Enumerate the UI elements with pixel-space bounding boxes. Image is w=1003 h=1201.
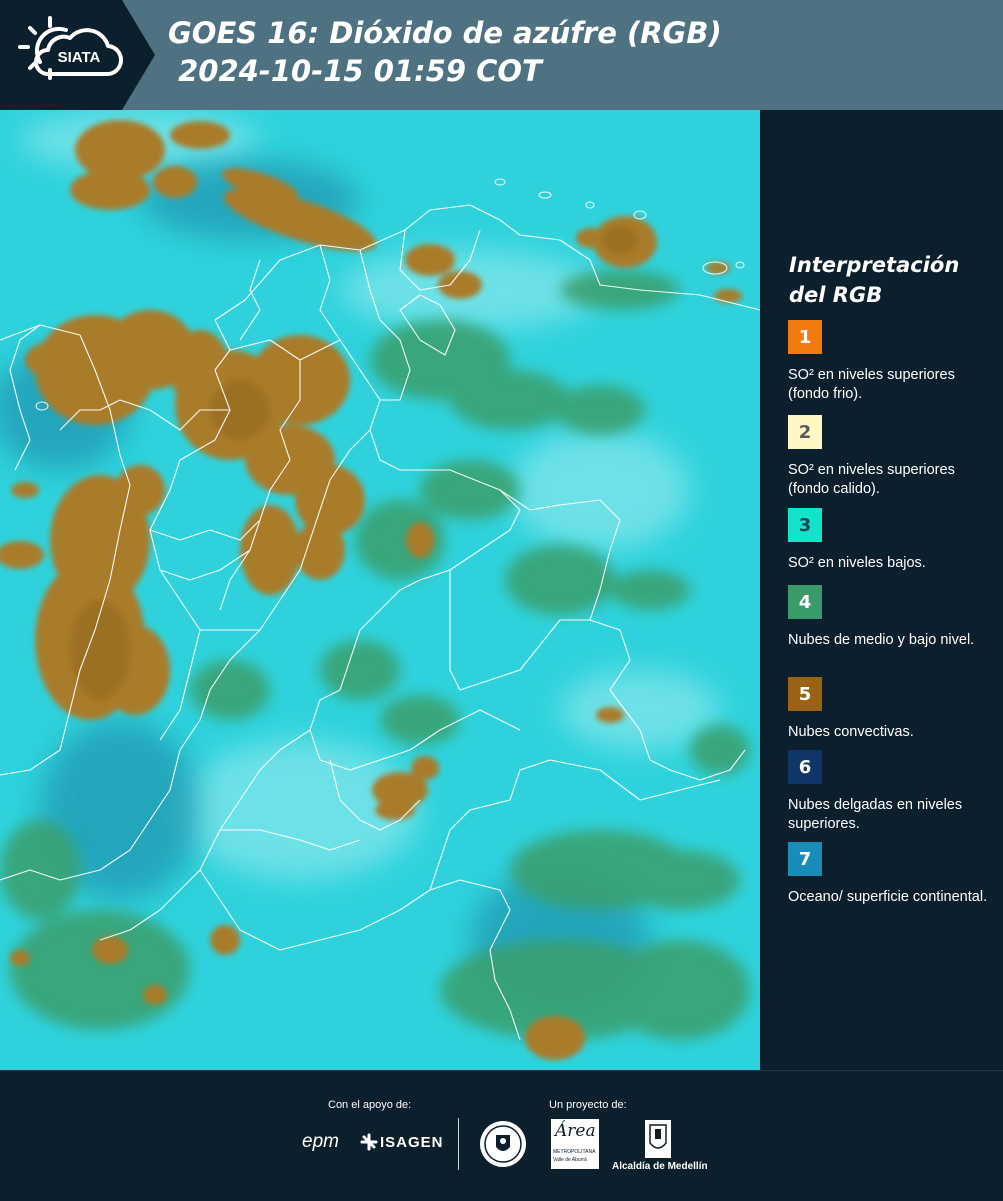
header-bar: SIATA GOES 16: Dióxido de azúfre (RGB) 2… (0, 0, 1003, 110)
area-logo-subtext: METROPOLITANA (553, 1149, 596, 1155)
legend-item-2: 2 SO² en niveles superiores (fondo calid… (788, 415, 998, 499)
legend-label-1: SO² en niveles superiores (fondo frio). (788, 367, 955, 402)
legend-swatch-4: 4 (788, 585, 822, 619)
legend-item-3: 3 SO² en niveles bajos. (788, 508, 998, 573)
epm-logo: epm (302, 1131, 339, 1152)
legend-item-1: 1 SO² en niveles superiores (fondo frio)… (788, 320, 998, 404)
legend-label-4: Nubes de medio y bajo nivel. (788, 632, 975, 648)
footer-bar: Con el apoyo de: epm ISAGEN Un proyecto … (0, 1070, 1003, 1201)
page-title: GOES 16: Dióxido de azúfre (RGB) 2024-10… (168, 16, 722, 88)
legend-item-5: 5 Nubes convectivas. (788, 677, 998, 742)
medellin-seal-icon (480, 1121, 526, 1167)
legend-swatch-6: 6 (788, 750, 822, 784)
legend-item-7: 7 Oceano/ superficie continental. (788, 842, 998, 907)
footer-divider (458, 1118, 459, 1170)
legend-title: Interpretación del RGB (789, 253, 960, 307)
legend-item-4: 4 Nubes de medio y bajo nivel. (788, 585, 998, 650)
support-caption: Con el apoyo de: (328, 1099, 412, 1111)
legend-item-6: 6 Nubes delgadas en niveles superiores. (788, 750, 998, 834)
legend-swatch-5: 5 (788, 677, 822, 711)
isagen-logo: ISAGEN (380, 1134, 444, 1151)
legend-panel: Interpretación del RGB 1 SO² en niveles … (760, 110, 1003, 1070)
area-metropolitana-logo: Área METROPOLITANA Valle de Aburrá (551, 1119, 599, 1169)
alcaldia-shield-icon (645, 1120, 671, 1158)
legend-label-2: SO² en niveles superiores (fondo calido)… (788, 462, 955, 497)
legend-label-3: SO² en niveles bajos. (788, 555, 926, 571)
alcaldia-label: Alcaldía de Medellín (612, 1161, 708, 1172)
logo-text: SIATA (58, 49, 101, 66)
legend-label-7: Oceano/ superficie continental. (788, 889, 988, 905)
legend-label-6: Nubes delgadas en niveles superiores. (788, 797, 963, 832)
project-caption: Un proyecto de: (549, 1099, 627, 1111)
siata-logo-panel: SIATA (0, 0, 155, 110)
satellite-map[interactable] (0, 110, 760, 1070)
legend-swatch-7: 7 (788, 842, 822, 876)
legend-label-5: Nubes convectivas. (788, 724, 914, 740)
area-logo-subtext-2: Valle de Aburrá (553, 1157, 587, 1163)
area-logo-text: Área (555, 1121, 596, 1141)
isagen-logo-icon (360, 1133, 378, 1151)
legend-swatch-1: 1 (788, 320, 822, 354)
legend-swatch-2: 2 (788, 415, 822, 449)
legend-swatch-3: 3 (788, 508, 822, 542)
